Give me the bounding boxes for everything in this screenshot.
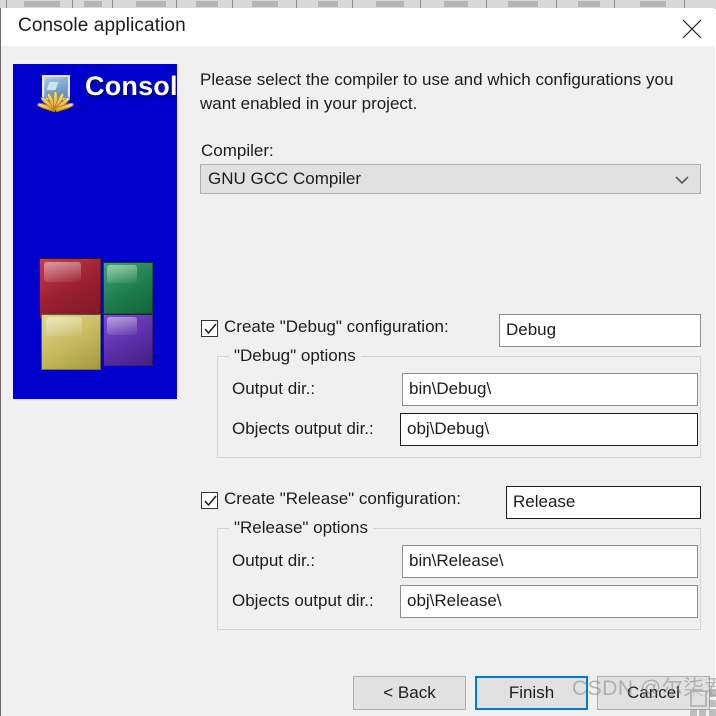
checkmark-icon (204, 495, 217, 507)
debug-output-dir-value: bin\Debug\ (409, 379, 492, 398)
debug-objects-dir-label: Objects output dir.: (232, 419, 374, 438)
purple-cube (103, 314, 153, 366)
debug-configuration-name-input[interactable]: Debug (499, 314, 701, 347)
debug-configuration-checkbox[interactable] (201, 320, 218, 337)
red-cube (39, 258, 101, 318)
close-icon (682, 19, 702, 39)
release-output-dir-label: Output dir.: (232, 551, 316, 570)
release-configuration-label: Create "Release" configuration: (224, 489, 461, 508)
banner-title: Console (85, 71, 177, 101)
green-cube (103, 262, 153, 314)
dialog-titlebar: Console application (1, 8, 715, 46)
dialog-content: Console Please select the compiler to us… (1, 46, 715, 716)
debug-objects-dir-input[interactable]: obj\Debug\ (400, 413, 698, 446)
cubes-graphic (37, 256, 155, 372)
release-options-title: "Release" options (229, 518, 373, 538)
yellow-cube (41, 314, 101, 370)
chevron-down-icon (675, 176, 689, 185)
back-button[interactable]: < Back (353, 676, 466, 710)
debug-options-group: "Debug" options Output dir.: bin\Debug\ … (217, 346, 701, 458)
dialog-title: Console application (18, 15, 186, 36)
checkmark-icon (204, 323, 217, 335)
wizard-pane: Please select the compiler to use and wh… (200, 46, 715, 716)
debug-objects-dir-value: obj\Debug\ (407, 419, 490, 438)
release-objects-dir-label: Objects output dir.: (232, 591, 374, 610)
debug-configuration-label: Create "Debug" configuration: (224, 317, 449, 336)
release-configuration-name-value: Release (513, 492, 576, 511)
debug-output-dir-label: Output dir.: (232, 379, 316, 398)
debug-config-row: Create "Debug" configuration: Debug (200, 314, 715, 347)
console-picture-fan-icon (36, 75, 77, 113)
release-objects-dir-value: obj\Release\ (407, 591, 502, 610)
debug-configuration-name-value: Debug (506, 320, 557, 339)
release-output-dir-value: bin\Release\ (409, 551, 504, 570)
release-output-dir-input[interactable]: bin\Release\ (402, 545, 698, 578)
close-button[interactable] (669, 8, 715, 46)
compiler-label: Compiler: (201, 141, 274, 160)
debug-options-title: "Debug" options (229, 346, 361, 366)
console-application-wizard-dialog: Console application Consol Please select… (0, 8, 715, 716)
cancel-button[interactable]: Cancel (597, 676, 710, 710)
compiler-dropdown[interactable]: GNU GCC Compiler (200, 164, 701, 194)
release-options-group: "Release" options Output dir.: bin\Relea… (217, 518, 701, 630)
compiler-selected-value: GNU GCC Compiler (208, 169, 362, 188)
release-configuration-checkbox[interactable] (201, 492, 218, 509)
wizard-banner: Console (13, 64, 177, 399)
intro-text: Please select the compiler to use and wh… (200, 70, 674, 113)
release-config-row: Create "Release" configuration: Release (200, 486, 715, 519)
release-configuration-name-input[interactable]: Release (506, 486, 701, 519)
release-objects-dir-input[interactable]: obj\Release\ (400, 585, 698, 618)
finish-button[interactable]: Finish (475, 676, 588, 710)
dialog-footer: < Back Finish Cancel (1, 676, 715, 716)
debug-output-dir-input[interactable]: bin\Debug\ (402, 373, 698, 406)
